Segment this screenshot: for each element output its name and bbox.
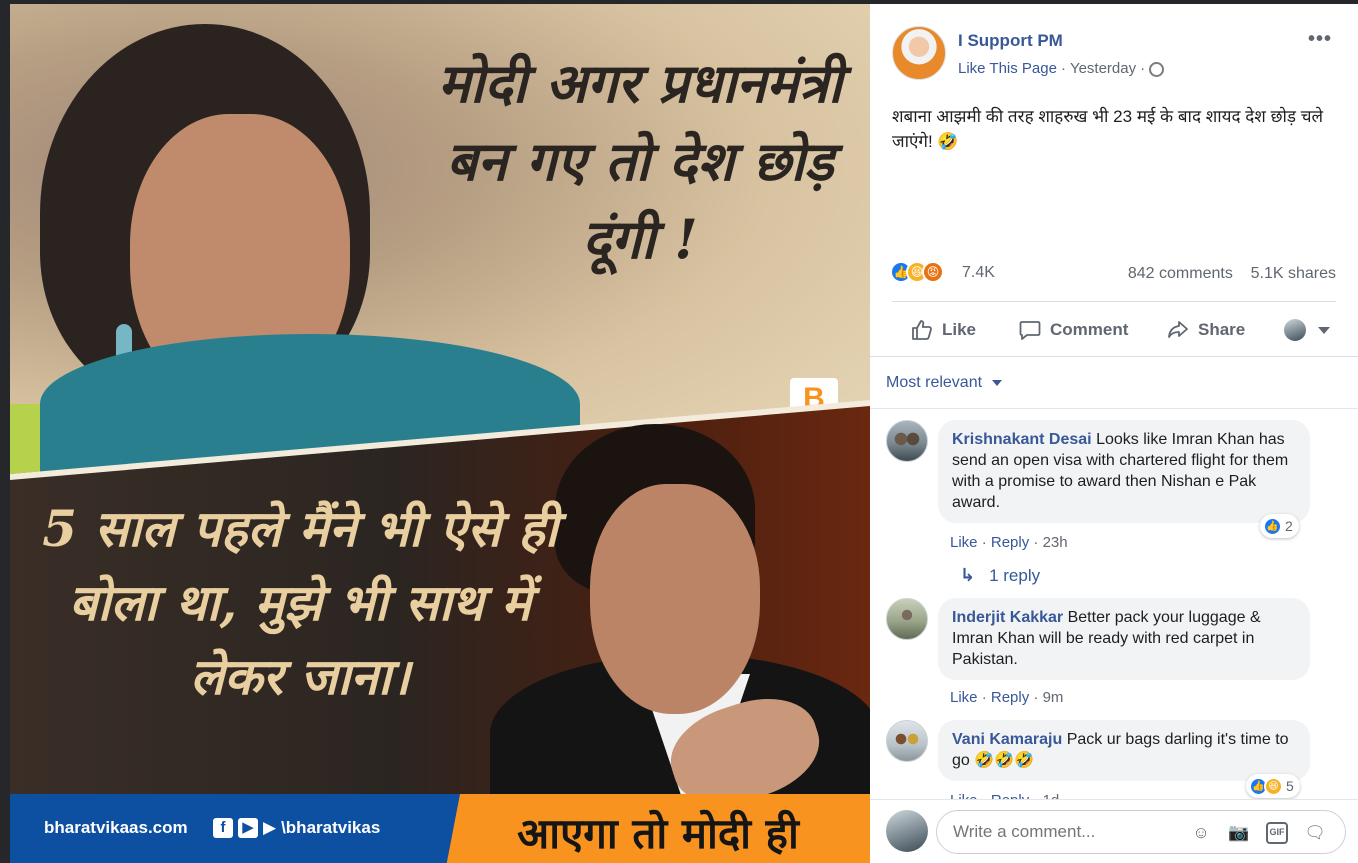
- chevron-down-icon: [992, 380, 1003, 386]
- comment-reply-link[interactable]: Reply: [991, 534, 1029, 551]
- sort-label: Most relevant: [886, 374, 983, 391]
- action-bar: Like Comment Share: [892, 306, 1336, 354]
- divider: [870, 408, 1358, 409]
- comment-button[interactable]: Comment: [1018, 318, 1128, 342]
- comment-bubble: Inderjit Kakkar Better pack your luggage…: [938, 598, 1310, 680]
- comment-bubble: Krishnakant Desai Looks like Imran Khan …: [938, 420, 1310, 523]
- divider: [870, 356, 1358, 357]
- chevron-down-icon: [1318, 326, 1330, 334]
- post-meta: Like This Page · Yesterday ·: [958, 60, 1165, 77]
- footer-social: f ▶ ▶ \bharatvikas: [213, 818, 380, 838]
- comment-composer: ☺ 📷 GIF 🗨: [870, 799, 1358, 863]
- haha-reaction-icon: 😆: [1264, 776, 1283, 796]
- thumbs-up-icon: [912, 320, 932, 340]
- comment-icon: [1019, 321, 1041, 340]
- comment-reaction-count: 5: [1286, 778, 1294, 794]
- share-button[interactable]: Share: [1166, 318, 1245, 342]
- camera-icon[interactable]: 📷: [1228, 822, 1250, 844]
- reactions-summary: 👍 😆 😡 7.4K 842 comments 5.1K shares: [890, 258, 1336, 288]
- comment-author-link[interactable]: Krishnakant Desai: [952, 431, 1092, 448]
- comment-sort-dropdown[interactable]: Most relevant: [886, 374, 1003, 392]
- comment-time[interactable]: 9m: [1043, 689, 1064, 706]
- sticker-icon[interactable]: 🗨: [1304, 822, 1326, 844]
- facebook-icon: f: [213, 818, 233, 838]
- comment-item: Vani Kamaraju Pack ur bags darling it's …: [886, 720, 1346, 802]
- footer-handle: \bharatvikas: [281, 818, 381, 837]
- viewer-avatar: [886, 810, 928, 852]
- footer-url: bharatvikaas.com: [44, 818, 188, 837]
- composer-tools: ☺ 📷 GIF 🗨: [1190, 822, 1326, 844]
- comment-reactions[interactable]: 👍 😆 5: [1246, 774, 1300, 798]
- page-avatar[interactable]: [892, 26, 946, 80]
- comment-author-link[interactable]: Vani Kamaraju: [952, 731, 1062, 748]
- screen: मोदी अगर प्रधानमंत्री बन गए तो देश छोड़ …: [0, 0, 1358, 863]
- comment-author-link[interactable]: Inderjit Kakkar: [952, 609, 1063, 626]
- quote-top-text: मोदी अगर प्रधानमंत्री बन गए तो देश छोड़ …: [437, 51, 843, 271]
- comment-reply-link[interactable]: Reply: [991, 689, 1029, 706]
- comment-actions: Like · Reply · 9m: [950, 689, 1064, 706]
- like-reaction-icon: 👍: [1263, 516, 1282, 536]
- emoji-icon[interactable]: ☺: [1190, 822, 1212, 844]
- like-button[interactable]: Like: [910, 318, 976, 342]
- globe-icon: [1149, 62, 1165, 77]
- page-name-link[interactable]: I Support PM: [958, 31, 1063, 51]
- view-replies-link[interactable]: ↳ 1 reply: [960, 565, 1040, 586]
- reaction-icons[interactable]: 👍 😆 😡: [890, 261, 944, 283]
- reply-arrow-icon: ↳: [960, 565, 976, 585]
- replies-count: 1 reply: [989, 565, 1041, 585]
- shares-count-link[interactable]: 5.1K shares: [1251, 265, 1336, 282]
- post-sidebar: I Support PM Like This Page · Yesterday …: [870, 4, 1358, 863]
- count-gap: [1237, 265, 1246, 282]
- share-label: Share: [1198, 320, 1246, 339]
- meta-separator: ·: [1060, 60, 1066, 77]
- angry-reaction-icon: 😡: [922, 261, 944, 283]
- comment-reactions[interactable]: 👍 2: [1260, 514, 1299, 538]
- post-header: I Support PM Like This Page · Yesterday …: [870, 4, 1358, 94]
- meta-separator: ·: [1140, 60, 1146, 77]
- like-page-link[interactable]: Like This Page: [958, 60, 1057, 77]
- post-text: शबाना आझमी की तरह शाहरुख भी 23 मई के बाद…: [892, 107, 1324, 151]
- comment-item: Krishnakant Desai Looks like Imran Khan …: [886, 420, 1346, 580]
- reaction-count[interactable]: 7.4K: [962, 264, 995, 282]
- more-options-button[interactable]: •••: [1308, 28, 1332, 51]
- comment-item: Inderjit Kakkar Better pack your luggage…: [886, 598, 1346, 708]
- commenter-avatar[interactable]: [886, 720, 928, 762]
- play-icon: ▶: [263, 818, 277, 837]
- viewer-avatar: [1284, 319, 1306, 341]
- comment-reaction-count: 2: [1285, 518, 1293, 534]
- commenter-avatar[interactable]: [886, 420, 928, 462]
- youtube-icon: ▶: [238, 818, 258, 838]
- gif-icon[interactable]: GIF: [1266, 822, 1288, 844]
- comment-like-link[interactable]: Like: [950, 534, 978, 551]
- share-icon: [1168, 321, 1188, 338]
- comment-label: Comment: [1050, 320, 1129, 339]
- post-as-selector[interactable]: [1284, 319, 1330, 341]
- comments-count-link[interactable]: 842 comments: [1128, 265, 1233, 282]
- comment-time[interactable]: 23h: [1043, 534, 1068, 551]
- commenter-avatar[interactable]: [886, 598, 928, 640]
- comment-actions: Like · Reply · 23h: [950, 534, 1068, 551]
- engagement-counts: 842 comments 5.1K shares: [1128, 265, 1336, 283]
- comment-like-link[interactable]: Like: [950, 689, 978, 706]
- post-image[interactable]: मोदी अगर प्रधानमंत्री बन गए तो देश छोड़ …: [10, 4, 870, 863]
- man-face: [590, 484, 760, 714]
- divider: [892, 301, 1336, 302]
- quote-bottom-text: 5 साल पहले मैंने भी ऐसे ही बोला था, मुझे…: [42, 499, 558, 706]
- post-time[interactable]: Yesterday: [1070, 60, 1136, 77]
- like-label: Like: [942, 320, 977, 339]
- comment-bubble: Vani Kamaraju Pack ur bags darling it's …: [938, 720, 1310, 781]
- footer-slogan: आएगा तो मोदी ही: [517, 809, 799, 858]
